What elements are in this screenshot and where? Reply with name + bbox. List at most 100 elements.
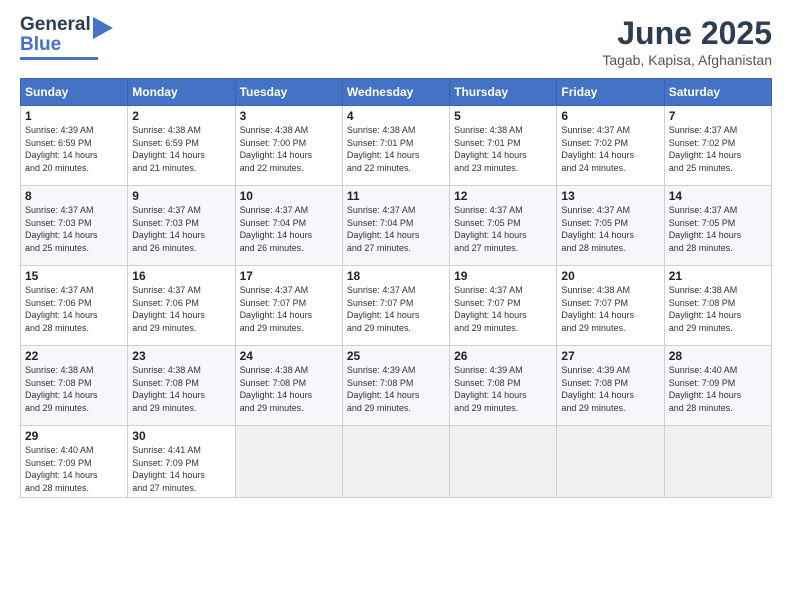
cell-content: Sunrise: 4:40 AM Sunset: 7:09 PM Dayligh… bbox=[669, 364, 767, 414]
cell-content: Sunrise: 4:37 AM Sunset: 7:07 PM Dayligh… bbox=[240, 284, 338, 334]
table-row bbox=[342, 426, 449, 498]
day-number: 27 bbox=[561, 349, 659, 363]
table-row: 13 Sunrise: 4:37 AM Sunset: 7:05 PM Dayl… bbox=[557, 186, 664, 266]
day-number: 29 bbox=[25, 429, 123, 443]
table-row bbox=[664, 426, 771, 498]
calendar-header-row: Sunday Monday Tuesday Wednesday Thursday… bbox=[21, 79, 772, 106]
col-monday: Monday bbox=[128, 79, 235, 106]
col-wednesday: Wednesday bbox=[342, 79, 449, 106]
table-row bbox=[450, 426, 557, 498]
col-thursday: Thursday bbox=[450, 79, 557, 106]
table-row: 23 Sunrise: 4:38 AM Sunset: 7:08 PM Dayl… bbox=[128, 346, 235, 426]
cell-content: Sunrise: 4:39 AM Sunset: 7:08 PM Dayligh… bbox=[454, 364, 552, 414]
day-number: 26 bbox=[454, 349, 552, 363]
cell-content: Sunrise: 4:37 AM Sunset: 7:05 PM Dayligh… bbox=[669, 204, 767, 254]
day-number: 4 bbox=[347, 109, 445, 123]
cell-content: Sunrise: 4:37 AM Sunset: 7:02 PM Dayligh… bbox=[669, 124, 767, 174]
table-row: 14 Sunrise: 4:37 AM Sunset: 7:05 PM Dayl… bbox=[664, 186, 771, 266]
cell-content: Sunrise: 4:39 AM Sunset: 7:08 PM Dayligh… bbox=[347, 364, 445, 414]
title-section: June 2025 Tagab, Kapisa, Afghanistan bbox=[602, 15, 772, 68]
day-number: 11 bbox=[347, 189, 445, 203]
table-row: 29 Sunrise: 4:40 AM Sunset: 7:09 PM Dayl… bbox=[21, 426, 128, 498]
table-row: 22 Sunrise: 4:38 AM Sunset: 7:08 PM Dayl… bbox=[21, 346, 128, 426]
logo-arrow-icon bbox=[93, 17, 113, 39]
day-number: 10 bbox=[240, 189, 338, 203]
col-friday: Friday bbox=[557, 79, 664, 106]
day-number: 14 bbox=[669, 189, 767, 203]
cell-content: Sunrise: 4:37 AM Sunset: 7:05 PM Dayligh… bbox=[454, 204, 552, 254]
logo: General Blue bbox=[20, 15, 113, 60]
cell-content: Sunrise: 4:38 AM Sunset: 7:08 PM Dayligh… bbox=[25, 364, 123, 414]
cell-content: Sunrise: 4:37 AM Sunset: 7:03 PM Dayligh… bbox=[25, 204, 123, 254]
day-number: 7 bbox=[669, 109, 767, 123]
cell-content: Sunrise: 4:38 AM Sunset: 7:01 PM Dayligh… bbox=[347, 124, 445, 174]
table-row: 11 Sunrise: 4:37 AM Sunset: 7:04 PM Dayl… bbox=[342, 186, 449, 266]
table-row: 19 Sunrise: 4:37 AM Sunset: 7:07 PM Dayl… bbox=[450, 266, 557, 346]
day-number: 30 bbox=[132, 429, 230, 443]
cell-content: Sunrise: 4:38 AM Sunset: 7:08 PM Dayligh… bbox=[669, 284, 767, 334]
day-number: 16 bbox=[132, 269, 230, 283]
cell-content: Sunrise: 4:38 AM Sunset: 7:00 PM Dayligh… bbox=[240, 124, 338, 174]
cell-content: Sunrise: 4:38 AM Sunset: 7:01 PM Dayligh… bbox=[454, 124, 552, 174]
page: General Blue June 2025 Tagab, Kapisa, Af… bbox=[0, 0, 792, 612]
page-subtitle: Tagab, Kapisa, Afghanistan bbox=[602, 52, 772, 68]
table-row: 18 Sunrise: 4:37 AM Sunset: 7:07 PM Dayl… bbox=[342, 266, 449, 346]
table-row: 5 Sunrise: 4:38 AM Sunset: 7:01 PM Dayli… bbox=[450, 106, 557, 186]
cell-content: Sunrise: 4:37 AM Sunset: 7:06 PM Dayligh… bbox=[25, 284, 123, 334]
table-row: 16 Sunrise: 4:37 AM Sunset: 7:06 PM Dayl… bbox=[128, 266, 235, 346]
cell-content: Sunrise: 4:37 AM Sunset: 7:06 PM Dayligh… bbox=[132, 284, 230, 334]
day-number: 13 bbox=[561, 189, 659, 203]
day-number: 20 bbox=[561, 269, 659, 283]
day-number: 1 bbox=[25, 109, 123, 123]
day-number: 18 bbox=[347, 269, 445, 283]
table-row: 7 Sunrise: 4:37 AM Sunset: 7:02 PM Dayli… bbox=[664, 106, 771, 186]
day-number: 5 bbox=[454, 109, 552, 123]
table-row: 17 Sunrise: 4:37 AM Sunset: 7:07 PM Dayl… bbox=[235, 266, 342, 346]
day-number: 25 bbox=[347, 349, 445, 363]
table-row: 3 Sunrise: 4:38 AM Sunset: 7:00 PM Dayli… bbox=[235, 106, 342, 186]
table-row: 8 Sunrise: 4:37 AM Sunset: 7:03 PM Dayli… bbox=[21, 186, 128, 266]
day-number: 21 bbox=[669, 269, 767, 283]
col-saturday: Saturday bbox=[664, 79, 771, 106]
day-number: 15 bbox=[25, 269, 123, 283]
cell-content: Sunrise: 4:38 AM Sunset: 7:08 PM Dayligh… bbox=[132, 364, 230, 414]
cell-content: Sunrise: 4:39 AM Sunset: 7:08 PM Dayligh… bbox=[561, 364, 659, 414]
table-row: 26 Sunrise: 4:39 AM Sunset: 7:08 PM Dayl… bbox=[450, 346, 557, 426]
day-number: 28 bbox=[669, 349, 767, 363]
table-row: 21 Sunrise: 4:38 AM Sunset: 7:08 PM Dayl… bbox=[664, 266, 771, 346]
cell-content: Sunrise: 4:37 AM Sunset: 7:07 PM Dayligh… bbox=[454, 284, 552, 334]
cell-content: Sunrise: 4:37 AM Sunset: 7:05 PM Dayligh… bbox=[561, 204, 659, 254]
cell-content: Sunrise: 4:37 AM Sunset: 7:03 PM Dayligh… bbox=[132, 204, 230, 254]
table-row: 15 Sunrise: 4:37 AM Sunset: 7:06 PM Dayl… bbox=[21, 266, 128, 346]
calendar-table: Sunday Monday Tuesday Wednesday Thursday… bbox=[20, 78, 772, 498]
table-row: 10 Sunrise: 4:37 AM Sunset: 7:04 PM Dayl… bbox=[235, 186, 342, 266]
logo-blue: Blue bbox=[20, 35, 91, 55]
day-number: 2 bbox=[132, 109, 230, 123]
cell-content: Sunrise: 4:38 AM Sunset: 7:07 PM Dayligh… bbox=[561, 284, 659, 334]
table-row: 30 Sunrise: 4:41 AM Sunset: 7:09 PM Dayl… bbox=[128, 426, 235, 498]
page-title: June 2025 bbox=[602, 15, 772, 52]
table-row: 28 Sunrise: 4:40 AM Sunset: 7:09 PM Dayl… bbox=[664, 346, 771, 426]
col-tuesday: Tuesday bbox=[235, 79, 342, 106]
cell-content: Sunrise: 4:37 AM Sunset: 7:07 PM Dayligh… bbox=[347, 284, 445, 334]
cell-content: Sunrise: 4:38 AM Sunset: 7:08 PM Dayligh… bbox=[240, 364, 338, 414]
day-number: 12 bbox=[454, 189, 552, 203]
table-row: 2 Sunrise: 4:38 AM Sunset: 6:59 PM Dayli… bbox=[128, 106, 235, 186]
table-row: 6 Sunrise: 4:37 AM Sunset: 7:02 PM Dayli… bbox=[557, 106, 664, 186]
col-sunday: Sunday bbox=[21, 79, 128, 106]
table-row: 25 Sunrise: 4:39 AM Sunset: 7:08 PM Dayl… bbox=[342, 346, 449, 426]
table-row bbox=[557, 426, 664, 498]
day-number: 19 bbox=[454, 269, 552, 283]
day-number: 9 bbox=[132, 189, 230, 203]
cell-content: Sunrise: 4:41 AM Sunset: 7:09 PM Dayligh… bbox=[132, 444, 230, 494]
table-row: 20 Sunrise: 4:38 AM Sunset: 7:07 PM Dayl… bbox=[557, 266, 664, 346]
day-number: 24 bbox=[240, 349, 338, 363]
logo-general: General bbox=[20, 15, 91, 35]
day-number: 6 bbox=[561, 109, 659, 123]
day-number: 3 bbox=[240, 109, 338, 123]
day-number: 17 bbox=[240, 269, 338, 283]
table-row bbox=[235, 426, 342, 498]
logo-underline bbox=[20, 57, 98, 60]
cell-content: Sunrise: 4:37 AM Sunset: 7:04 PM Dayligh… bbox=[347, 204, 445, 254]
table-row: 9 Sunrise: 4:37 AM Sunset: 7:03 PM Dayli… bbox=[128, 186, 235, 266]
